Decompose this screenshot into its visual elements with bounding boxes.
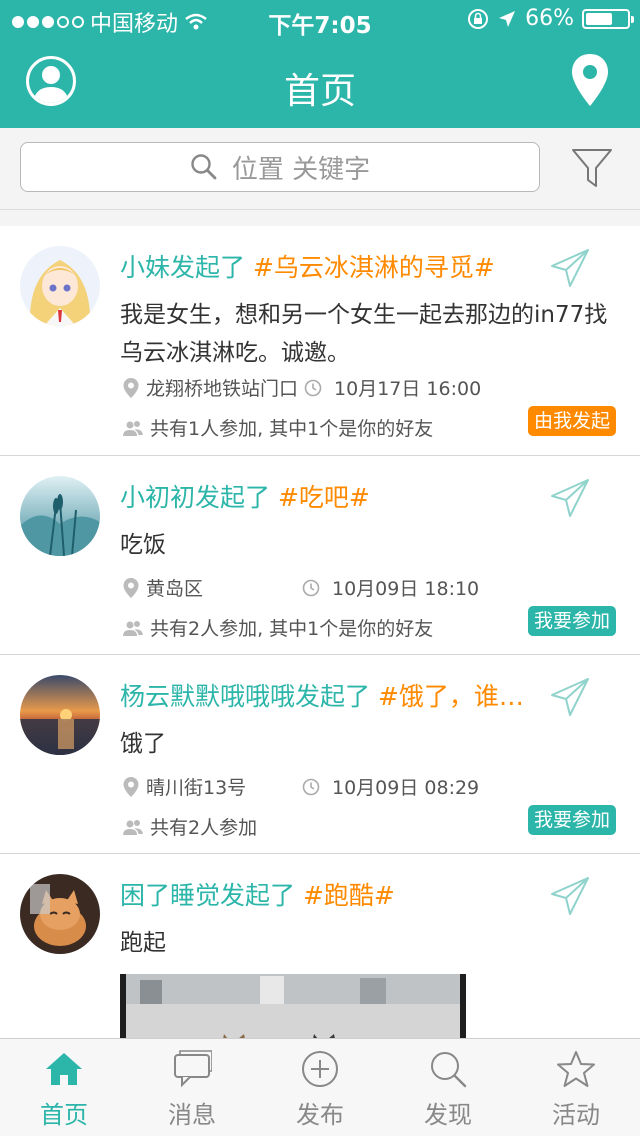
clock-icon [302,778,320,795]
tab-bar: 首页 消息 发布 发现 活动 [0,1038,640,1136]
search-icon [431,1052,467,1088]
card-user[interactable]: 困了睡觉发起了 [120,881,295,910]
page-title: 首页 [283,71,356,112]
tab-publish[interactable]: 发布 [256,1039,384,1136]
status-right: 66% [467,6,634,31]
participants-row: 共有2人参加 [122,813,257,840]
card-participants: 共有1人参加, 其中1个是你的好友 [150,418,434,440]
tab-messages[interactable]: 消息 [128,1039,256,1136]
card-location: 龙翔桥地铁站门口 [146,378,299,400]
battery-icon [582,8,634,29]
avatar[interactable] [20,246,100,326]
app-header: 中国移动 下午7:05 66% 首页 [0,0,640,128]
location-button[interactable] [570,52,610,108]
card-tag[interactable]: #吃吧# [278,483,370,512]
battery-percent: 66% [525,6,574,31]
share-button[interactable] [548,246,592,290]
share-button[interactable] [548,874,592,918]
avatar[interactable] [20,476,100,556]
location-pin-small-icon [123,577,139,598]
location-row: 晴川街13号 10月09日 08:29 [122,773,479,800]
cats-photo-image [120,974,466,1038]
tab-discover[interactable]: 发现 [384,1039,512,1136]
share-button[interactable] [548,675,592,719]
participants-row: 共有1人参加, 其中1个是你的好友 [122,414,433,441]
send-icon [551,479,589,517]
cat-avatar [20,874,100,954]
tab-activity-label: 活动 [552,1101,600,1129]
location-row: 黄岛区 10月09日 18:10 [122,574,479,601]
card-title: 小妹发起了 #乌云冰淇淋的寻觅# [120,248,540,284]
post-photo[interactable] [120,974,466,1038]
card-title: 杨云默默哦哦哦发起了 #饿了，谁… [120,677,540,713]
card-time: 10月09日 18:10 [332,578,480,600]
search-placeholder: 位置 关键字 [231,154,371,185]
feed-card[interactable]: 困了睡觉发起了 #跑酷# 跑起 [0,854,640,1038]
search-input[interactable]: 位置 关键字 [20,142,540,192]
card-body: 我是女生，想和另一个女生一起去那边的in77找乌云冰淇淋吃。诚邀。 [120,302,608,366]
people-icon [123,420,143,436]
card-body: 跑起 [120,930,166,956]
feed-card[interactable]: 小妹发起了 #乌云冰淇淋的寻觅# 我是女生，想和另一个女生一起去那边的in77找… [0,226,640,456]
card-body: 饿了 [120,731,166,757]
card-body: 吃饭 [120,532,166,558]
card-title: 困了睡觉发起了 #跑酷# [120,876,540,912]
card-participants: 共有2人参加, 其中1个是你的好友 [150,618,434,640]
share-button[interactable] [548,476,592,520]
location-pin-small-icon [123,776,139,797]
card-participants: 共有2人参加 [150,817,258,839]
battery-level [586,12,612,25]
anime-girl-avatar [20,246,100,326]
join-button[interactable]: 我要参加 [527,805,616,835]
join-button[interactable]: 我要参加 [527,606,616,636]
initiator-badge[interactable]: 由我发起 [527,406,616,436]
card-title: 小初初发起了 #吃吧# [120,478,540,514]
card-user[interactable]: 小初初发起了 [120,483,270,512]
tab-activity[interactable]: 活动 [512,1039,640,1136]
people-icon [123,819,143,835]
clock-icon [304,379,322,396]
status-bar: 中国移动 下午7:05 66% [0,0,640,40]
add-circle-icon [302,1051,338,1087]
rotation-lock-icon [468,8,489,29]
location-arrow-icon [499,10,516,27]
clock-icon [302,579,320,596]
participants-row: 共有2人参加, 其中1个是你的好友 [122,614,433,641]
send-icon [551,678,589,716]
feed-card[interactable]: 杨云默默哦哦哦发起了 #饿了，谁… 饿了 晴川街13号 10月09日 08:29 [0,655,640,854]
sunset-avatar [20,675,100,755]
card-user[interactable]: 杨云默默哦哦哦发起了 [120,682,370,711]
card-tag[interactable]: #跑酷# [303,881,395,910]
card-time: 10月17日 16:00 [334,378,482,400]
card-time: 10月09日 08:29 [332,777,480,799]
send-icon [551,249,589,287]
search-icon [191,154,217,180]
tab-messages-label: 消息 [168,1101,216,1129]
card-location: 晴川街13号 [146,777,247,799]
star-icon [557,1051,595,1087]
card-tag[interactable]: #饿了，谁… [378,682,524,711]
feed-card[interactable]: 小初初发起了 #吃吧# 吃饭 黄岛区 10月09日 18:10 共有2人参加, … [0,456,640,655]
filter-button[interactable] [570,146,614,190]
card-user[interactable]: 小妹发起了 [120,253,245,282]
search-area: 位置 关键字 [0,128,640,210]
send-icon [551,877,589,915]
location-pin-small-icon [123,377,139,398]
wheat-field-avatar [20,476,100,556]
people-icon [123,620,143,636]
tab-publish-label: 发布 [296,1101,344,1129]
tab-home[interactable]: 首页 [0,1039,128,1136]
tab-home-label: 首页 [40,1101,88,1129]
filter-icon [572,149,612,187]
avatar[interactable] [20,874,100,954]
location-row: 龙翔桥地铁站门口 10月17日 16:00 [122,374,481,401]
location-pin-icon [572,54,608,106]
message-icon [174,1050,212,1088]
avatar[interactable] [20,675,100,755]
tab-discover-label: 发现 [424,1101,472,1129]
home-icon [46,1053,82,1085]
card-location: 黄岛区 [146,578,204,600]
activity-feed: 小妹发起了 #乌云冰淇淋的寻觅# 我是女生，想和另一个女生一起去那边的in77找… [0,226,640,1038]
card-tag[interactable]: #乌云冰淇淋的寻觅# [253,253,495,282]
